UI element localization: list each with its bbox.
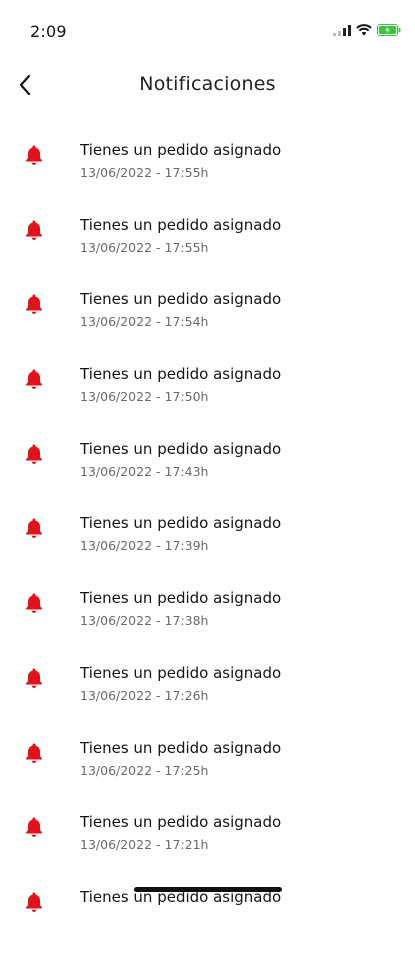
battery-icon [377, 24, 401, 36]
bell-icon [26, 817, 42, 838]
notification-item[interactable]: Tienes un pedido asignado 13/06/2022 - 17… [0, 281, 415, 356]
bell-icon [26, 369, 42, 390]
notification-time: 13/06/2022 - 17:55h [80, 165, 209, 180]
notification-time: 13/06/2022 - 17:25h [80, 762, 209, 778]
wifi-icon [356, 24, 372, 36]
notification-title: Tienes un pedido asignado [80, 439, 282, 458]
notification-item[interactable]: Tienes un pedido asignado 13/06/2022 - 17… [0, 356, 415, 431]
bell-icon [26, 220, 42, 240]
notification-item[interactable]: Tienes un pedido asignado 13/06/2022 - 17… [0, 580, 415, 655]
notification-item[interactable]: Tienes un pedido asignado 13/06/2022 - 17… [0, 431, 415, 506]
notification-item[interactable]: Tienes un pedido asignado 13/06/2022 - 17… [0, 730, 415, 805]
notification-item[interactable]: Tienes un pedido asignado 13/06/2022 - 17… [0, 132, 415, 207]
notification-title: Tienes un pedido asignado [80, 663, 282, 682]
notification-time: 13/06/2022 - 17:55h [80, 239, 209, 255]
notification-list: Tienes un pedido asignado 13/06/2022 - 17… [0, 132, 415, 954]
notification-title: Tienes un pedido asignado [80, 290, 282, 309]
notification-time: 13/06/2022 - 17:43h [80, 463, 209, 479]
notification-time: 13/06/2022 - 17:50h [80, 389, 209, 405]
bell-icon [26, 743, 42, 763]
notification-item[interactable]: Tienes un pedido asignado 13/06/2022 - 17… [0, 505, 415, 580]
status-bar: 2:09 [0, 0, 415, 60]
notification-title: Tienes un pedido asignado [80, 141, 282, 159]
notification-item[interactable]: Tienes un pedido asignado 13/06/2022 - 17… [0, 207, 415, 282]
notification-time: 13/06/2022 - 17:26h [80, 687, 209, 703]
notification-item[interactable]: Tienes un pedido asignado 13/06/2022 - 17… [0, 804, 415, 879]
bell-icon [26, 668, 42, 688]
status-icons [333, 24, 401, 36]
bell-icon [26, 518, 42, 539]
bell-icon [26, 444, 42, 464]
notification-time: 13/06/2022 - 17:21h [80, 837, 209, 853]
notification-title: Tienes un pedido asignado [80, 589, 282, 608]
bell-icon [26, 294, 42, 315]
home-indicator[interactable] [134, 887, 282, 892]
notification-title: Tienes un pedido asignado [80, 813, 282, 832]
notification-title: Tienes un pedido asignado [80, 365, 282, 384]
bell-icon [26, 892, 42, 912]
notification-time: 13/06/2022 - 17:39h [80, 538, 209, 554]
notification-item[interactable]: Tienes un pedido asignado 13/06/2022 - 17… [0, 655, 415, 730]
bell-icon [26, 593, 42, 614]
notification-title: Tienes un pedido asignado [80, 738, 282, 757]
signal-icon [333, 24, 351, 36]
page-title: Notificaciones [139, 73, 276, 95]
header: Notificaciones [0, 60, 415, 112]
bell-icon [26, 145, 42, 165]
notification-time: 13/06/2022 - 17:38h [80, 613, 209, 629]
notification-time: 13/06/2022 - 17:54h [80, 314, 209, 330]
status-time: 2:09 [30, 22, 67, 41]
notification-title: Tienes un pedido asignado [80, 215, 282, 234]
notification-title: Tienes un pedido asignado [80, 514, 282, 533]
